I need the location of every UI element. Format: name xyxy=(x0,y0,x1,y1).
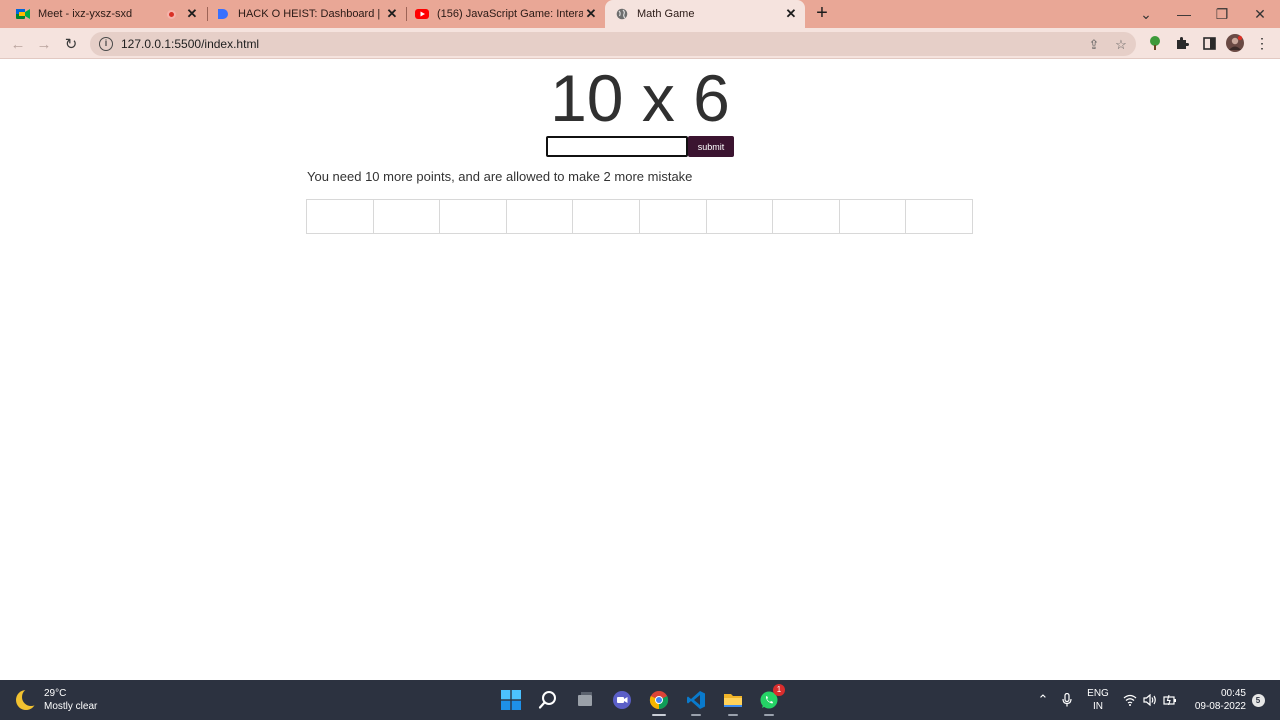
progress-cell xyxy=(640,200,707,233)
tab-hack-o-heist[interactable]: HACK O HEIST: Dashboard | Devf ✕ xyxy=(210,0,406,28)
keyboard-region: IN xyxy=(1093,701,1103,712)
recording-indicator-icon xyxy=(167,9,176,19)
google-meet-icon xyxy=(16,7,30,21)
tab-math-game[interactable]: Math Game ✕ xyxy=(605,0,805,28)
vscode-icon[interactable] xyxy=(684,688,708,716)
microphone-icon[interactable] xyxy=(1058,680,1076,720)
close-tab-icon[interactable]: ✕ xyxy=(184,6,200,22)
start-icon[interactable] xyxy=(499,688,523,712)
language-indicator[interactable]: ENG IN xyxy=(1083,680,1113,720)
teams-icon[interactable] xyxy=(610,688,634,712)
browser-tab-strip: Meet - ixz-yxsz-sxd ✕ HACK O HEIST: Dash… xyxy=(0,0,1280,28)
tab-youtube[interactable]: (156) JavaScript Game: Interactive ✕ xyxy=(409,0,605,28)
close-tab-icon[interactable]: ✕ xyxy=(384,6,400,22)
restore-icon[interactable]: ❐ xyxy=(1203,0,1241,28)
weather-description: Mostly clear xyxy=(44,701,98,712)
clock[interactable]: 00:45 09-08-2022 xyxy=(1184,680,1246,720)
close-tab-icon[interactable]: ✕ xyxy=(583,6,599,22)
progress-cell xyxy=(773,200,840,233)
devfolio-icon xyxy=(216,7,230,21)
wifi-icon[interactable] xyxy=(1121,680,1139,720)
whatsapp-icon[interactable]: 1 xyxy=(757,684,785,716)
extensions-puzzle-icon[interactable] xyxy=(1173,34,1191,52)
progress-cell xyxy=(507,200,574,233)
side-panel-icon[interactable] xyxy=(1200,34,1218,52)
notification-count-badge: 5 xyxy=(1251,693,1265,707)
progress-cell xyxy=(840,200,907,233)
open-app-indicator xyxy=(691,714,701,716)
extension-tree-icon[interactable] xyxy=(1146,34,1164,52)
progress-cell xyxy=(906,200,972,233)
progress-bar xyxy=(306,199,973,234)
share-icon[interactable]: ⇪ xyxy=(1086,37,1102,53)
close-tab-icon[interactable]: ✕ xyxy=(783,6,799,22)
bookmark-star-icon[interactable]: ☆ xyxy=(1113,37,1129,53)
progress-cell xyxy=(374,200,441,233)
tab-divider xyxy=(207,7,208,21)
minimize-icon[interactable]: — xyxy=(1165,0,1203,28)
question-text: 10 x 6 xyxy=(550,61,730,135)
youtube-icon xyxy=(415,7,429,21)
clock-date: 09-08-2022 xyxy=(1194,701,1246,712)
browser-menu-icon[interactable]: ⋮ xyxy=(1253,34,1271,52)
globe-icon xyxy=(615,7,629,21)
chrome-icon[interactable] xyxy=(647,688,671,716)
tab-title: Math Game xyxy=(637,8,695,20)
tab-search-icon[interactable]: ⌄ xyxy=(1127,0,1165,28)
tab-divider xyxy=(406,7,407,21)
reload-icon[interactable]: ↻ xyxy=(60,33,82,55)
progress-cell xyxy=(307,200,374,233)
progress-cell xyxy=(707,200,774,233)
answer-input[interactable] xyxy=(546,136,688,157)
weather-temperature: 29°C xyxy=(44,688,67,699)
progress-cell xyxy=(440,200,507,233)
whatsapp-unread-badge: 1 xyxy=(773,684,785,696)
back-icon[interactable]: ← xyxy=(7,33,29,55)
new-tab-button[interactable]: + xyxy=(812,3,832,24)
submit-button[interactable]: submit xyxy=(688,136,734,157)
battery-charging-icon[interactable] xyxy=(1161,680,1179,720)
show-hidden-icons-chevron-icon[interactable]: ⌃ xyxy=(1034,680,1052,720)
moon-weather-icon xyxy=(16,688,40,710)
tab-meet[interactable]: Meet - ixz-yxsz-sxd ✕ xyxy=(10,0,206,28)
search-icon[interactable] xyxy=(536,688,560,712)
site-info-icon[interactable]: i xyxy=(99,37,113,51)
file-explorer-icon[interactable] xyxy=(721,688,745,716)
open-app-indicator xyxy=(728,714,738,716)
tab-title: (156) JavaScript Game: Interactive xyxy=(437,8,583,20)
address-bar[interactable]: i 127.0.0.1:5500/index.html ⇪ ☆ xyxy=(90,32,1136,56)
progress-cell xyxy=(573,200,640,233)
active-app-indicator xyxy=(652,714,666,716)
weather-widget[interactable]: 29°C Mostly clear xyxy=(16,687,97,713)
taskbar: 29°C Mostly clear 1 ⌃ ENG IN 00:45 09-08… xyxy=(0,680,1280,720)
forward-icon[interactable]: → xyxy=(33,33,55,55)
clock-time: 00:45 xyxy=(1220,688,1246,699)
browser-toolbar: ← → ↻ i 127.0.0.1:5500/index.html ⇪ ☆ ⋮ xyxy=(0,28,1280,59)
tab-title: Meet - ixz-yxsz-sxd xyxy=(38,8,133,20)
close-window-icon[interactable]: ✕ xyxy=(1241,0,1279,28)
status-message: You need 10 more points, and are allowed… xyxy=(307,169,693,184)
tab-title: HACK O HEIST: Dashboard | Devf xyxy=(238,8,384,20)
profile-avatar[interactable] xyxy=(1226,34,1244,52)
volume-icon[interactable] xyxy=(1141,680,1159,720)
open-app-indicator xyxy=(764,714,774,716)
task-view-icon[interactable] xyxy=(573,688,597,712)
notification-center-icon[interactable]: 5 xyxy=(1250,680,1266,720)
url-text: 127.0.0.1:5500/index.html xyxy=(121,37,260,51)
language-code: ENG xyxy=(1087,688,1109,699)
